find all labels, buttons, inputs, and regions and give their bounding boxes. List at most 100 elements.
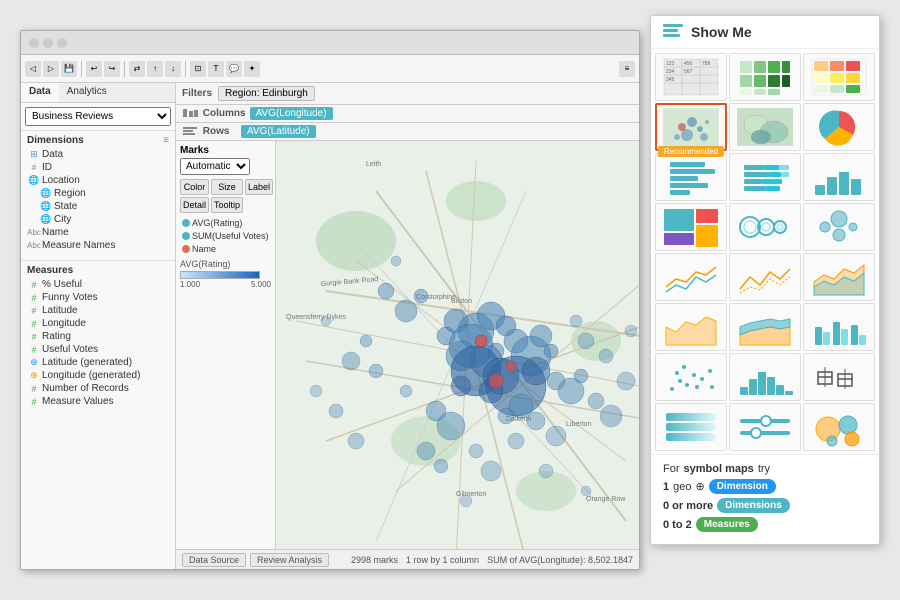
chart-highlight-table[interactable] [803, 53, 875, 101]
tab-analytics[interactable]: Analytics [59, 83, 115, 102]
color-btn[interactable]: Color [180, 179, 209, 195]
tab-data[interactable]: Data [21, 83, 59, 102]
window-btn-3[interactable] [57, 38, 67, 48]
tooltip-btn[interactable]: Tooltip [211, 197, 243, 213]
show-me-footer: For symbol maps try 1 geo ⊕ Dimension 0 … [651, 454, 879, 544]
highlight-icon[interactable]: ✦ [244, 61, 260, 77]
chart-side-circles[interactable] [803, 203, 875, 251]
back-icon[interactable]: ◁ [25, 61, 41, 77]
measure-icon-10: # [29, 397, 39, 407]
dimensions-sort-icon[interactable]: ≡ [163, 135, 169, 146]
chart-line[interactable] [655, 253, 727, 301]
measure-rating-label: Rating [42, 331, 71, 342]
redo-icon[interactable]: ↪ [104, 61, 120, 77]
chart-bar-side[interactable] [803, 153, 875, 201]
forward-icon[interactable]: ▷ [43, 61, 59, 77]
name-icon [182, 245, 190, 253]
measure-funny: # Funny Votes [27, 291, 169, 304]
sidebar: Data Analytics Business Reviews Dimensio… [21, 83, 176, 569]
fit-icon[interactable]: ⊡ [190, 61, 206, 77]
abc-icon-2: Abc [29, 241, 39, 251]
dim-location-label: Location [42, 175, 80, 186]
chart-text-table[interactable]: 123 456 789 234 567 345 [655, 53, 727, 101]
columns-shelf: Columns AVG(Longitude) [176, 105, 639, 123]
show-me-icon[interactable]: ≡ [619, 61, 635, 77]
detail-btn[interactable]: Detail [180, 197, 209, 213]
globe-icon-4: 🌐 [41, 215, 51, 225]
measure-long-gen: ⊕ Longitude (generated) [27, 369, 169, 382]
filter-pill-region[interactable]: Region: Edinburgh [218, 86, 315, 101]
measures-title: Measures [27, 265, 169, 276]
chart-pie[interactable] [803, 103, 875, 151]
chart-slider[interactable] [729, 403, 801, 451]
swap-icon[interactable]: ⇄ [129, 61, 145, 77]
save-icon[interactable]: 💾 [61, 61, 77, 77]
chart-area-single[interactable] [655, 303, 727, 351]
svg-text:789: 789 [702, 61, 711, 67]
dim-city: 🌐 City [39, 213, 169, 226]
svg-text:Orange Row: Orange Row [586, 496, 626, 503]
legend-area: AVG(Rating) 1.000 5.000 [180, 259, 271, 289]
chart-circles[interactable] [729, 203, 801, 251]
chart-symbol-map[interactable] [655, 103, 727, 151]
size-btn[interactable]: Size [211, 179, 243, 195]
footer-0-or-more-num: 0 or more [663, 500, 713, 512]
status-tabs: Data Source Review Analysis [182, 553, 329, 567]
chart-dual-line[interactable] [729, 253, 801, 301]
measure-longitude: # Longitude [27, 317, 169, 330]
chart-histogram[interactable] [729, 353, 801, 401]
status-sum: SUM of AVG(Longitude): 8,502.1847 [487, 555, 633, 565]
show-me-header: Show Me [651, 16, 879, 49]
chart-area[interactable] [803, 253, 875, 301]
map-area[interactable]: Gorgie Bank Road Queensferry Dykes Corst… [276, 141, 639, 549]
footer-1-geo-num: 1 [663, 481, 669, 493]
marks-type: Automatic [180, 158, 271, 175]
measure-lat-label: Latitude [42, 305, 78, 316]
chart-area-stacked[interactable] [729, 303, 801, 351]
status-marks: 2998 marks [351, 555, 398, 565]
chart-bubble[interactable] [803, 403, 875, 451]
legend-gradient [180, 271, 260, 279]
chart-box[interactable] [803, 353, 875, 401]
chart-filled-map[interactable] [729, 103, 801, 151]
window-btn-1[interactable] [29, 38, 39, 48]
measure-pct-useful: # % Useful [27, 278, 169, 291]
footer-symbol-maps-text: symbol maps [684, 463, 754, 475]
window-btn-2[interactable] [43, 38, 53, 48]
viz-area: Marks Automatic Color Size Label Detail … [176, 141, 639, 549]
label-btn[interactable]: Label [245, 179, 273, 195]
measure-useful: # Useful Votes [27, 343, 169, 356]
undo-icon[interactable]: ↩ [86, 61, 102, 77]
marks-field-avg-rating: AVG(Rating) [180, 217, 271, 229]
measure-values: # Measure Values [27, 395, 169, 408]
rows-pill[interactable]: AVG(Latitude) [241, 125, 316, 138]
chart-heat-map[interactable] [729, 53, 801, 101]
sort-desc-icon[interactable]: ↓ [165, 61, 181, 77]
measure-icon-9: # [29, 384, 39, 394]
chart-bars-grouped[interactable] [803, 303, 875, 351]
status-tab-review[interactable]: Review Analysis [250, 553, 329, 567]
columns-pill[interactable]: AVG(Longitude) [250, 107, 333, 120]
chart-gradient-bars[interactable] [655, 403, 727, 451]
chart-bar-stacked[interactable] [729, 153, 801, 201]
status-bar: Data Source Review Analysis 2998 marks 1… [176, 549, 639, 569]
tooltip-icon[interactable]: 💬 [226, 61, 242, 77]
measure-icon-7: ⊕ [29, 358, 39, 368]
svg-text:Queensferry Dykes: Queensferry Dykes [286, 314, 346, 321]
footer-dimension-badge: Dimension [709, 479, 776, 494]
chart-scatter[interactable] [655, 353, 727, 401]
dim-state: 🌐 State [39, 200, 169, 213]
status-tab-datasource[interactable]: Data Source [182, 553, 246, 567]
chart-bar-h[interactable]: Recommended [655, 153, 727, 201]
footer-line-3: 0 or more Dimensions [663, 498, 867, 513]
data-source-select[interactable]: Business Reviews [25, 107, 171, 126]
marks-type-select[interactable]: Automatic [180, 158, 250, 175]
label-icon[interactable]: T [208, 61, 224, 77]
dim-measure-names: Abc Measure Names [27, 239, 169, 252]
footer-line-4: 0 to 2 Measures [663, 517, 867, 532]
sort-asc-icon[interactable]: ↑ [147, 61, 163, 77]
filter-bar: Filters Region: Edinburgh [176, 83, 639, 105]
measure-rating: # Rating [27, 330, 169, 343]
chart-treemap[interactable] [655, 203, 727, 251]
globe-icon-3: 🌐 [41, 202, 51, 212]
